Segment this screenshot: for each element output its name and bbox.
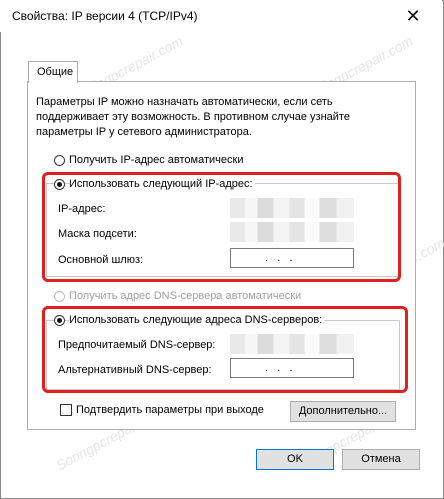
ip-manual-label: Использовать следующий IP-адрес: — [69, 178, 255, 190]
ok-button[interactable]: OK — [256, 449, 334, 470]
preferred-dns-label: Предпочитаемый DNS-сервер: — [58, 339, 216, 351]
gateway-value: . . . — [265, 252, 293, 264]
dns-auto-radio[interactable] — [54, 291, 65, 302]
subnet-mask-label: Маска подсети: — [58, 228, 137, 240]
gateway-label: Основной шлюз: — [58, 254, 144, 266]
ip-auto-label: Получить IP-адрес автоматически — [69, 154, 244, 166]
subnet-mask-field[interactable] — [230, 222, 354, 242]
preferred-dns-field[interactable] — [230, 334, 354, 354]
close-icon[interactable]: ✕ — [399, 4, 427, 28]
window-title: Свойства: IP версии 4 (TCP/IPv4) — [12, 9, 198, 23]
dns-manual-radio[interactable] — [54, 315, 65, 326]
advanced-button[interactable]: Дополнительно... — [290, 401, 396, 422]
title-bar: Свойства: IP версии 4 (TCP/IPv4) ✕ — [0, 0, 442, 32]
tab-general[interactable]: Общие — [28, 61, 78, 83]
alternate-dns-field[interactable]: . . . — [230, 358, 354, 378]
ip-manual-radio[interactable] — [54, 179, 65, 190]
description-text: Параметры IP можно назначать автоматичес… — [36, 96, 350, 138]
tab-label: Общие — [37, 66, 74, 78]
dns-auto-label: Получить адрес DNS-сервера автоматически — [69, 290, 302, 302]
ip-auto-radio[interactable] — [54, 155, 65, 166]
validate-checkbox[interactable] — [60, 404, 72, 416]
gateway-field[interactable]: . . . — [230, 248, 354, 268]
alternate-dns-value: . . . — [265, 362, 293, 374]
alternate-dns-label: Альтернативный DNS-сервер: — [58, 364, 212, 376]
cancel-button[interactable]: Отмена — [342, 449, 420, 470]
validate-label: Подтвердить параметры при выходе — [76, 404, 264, 416]
dns-manual-label: Использовать следующие адреса DNS-сервер… — [69, 314, 325, 326]
ip-address-field[interactable] — [230, 198, 354, 218]
ip-address-label: IP-адрес: — [58, 203, 106, 215]
